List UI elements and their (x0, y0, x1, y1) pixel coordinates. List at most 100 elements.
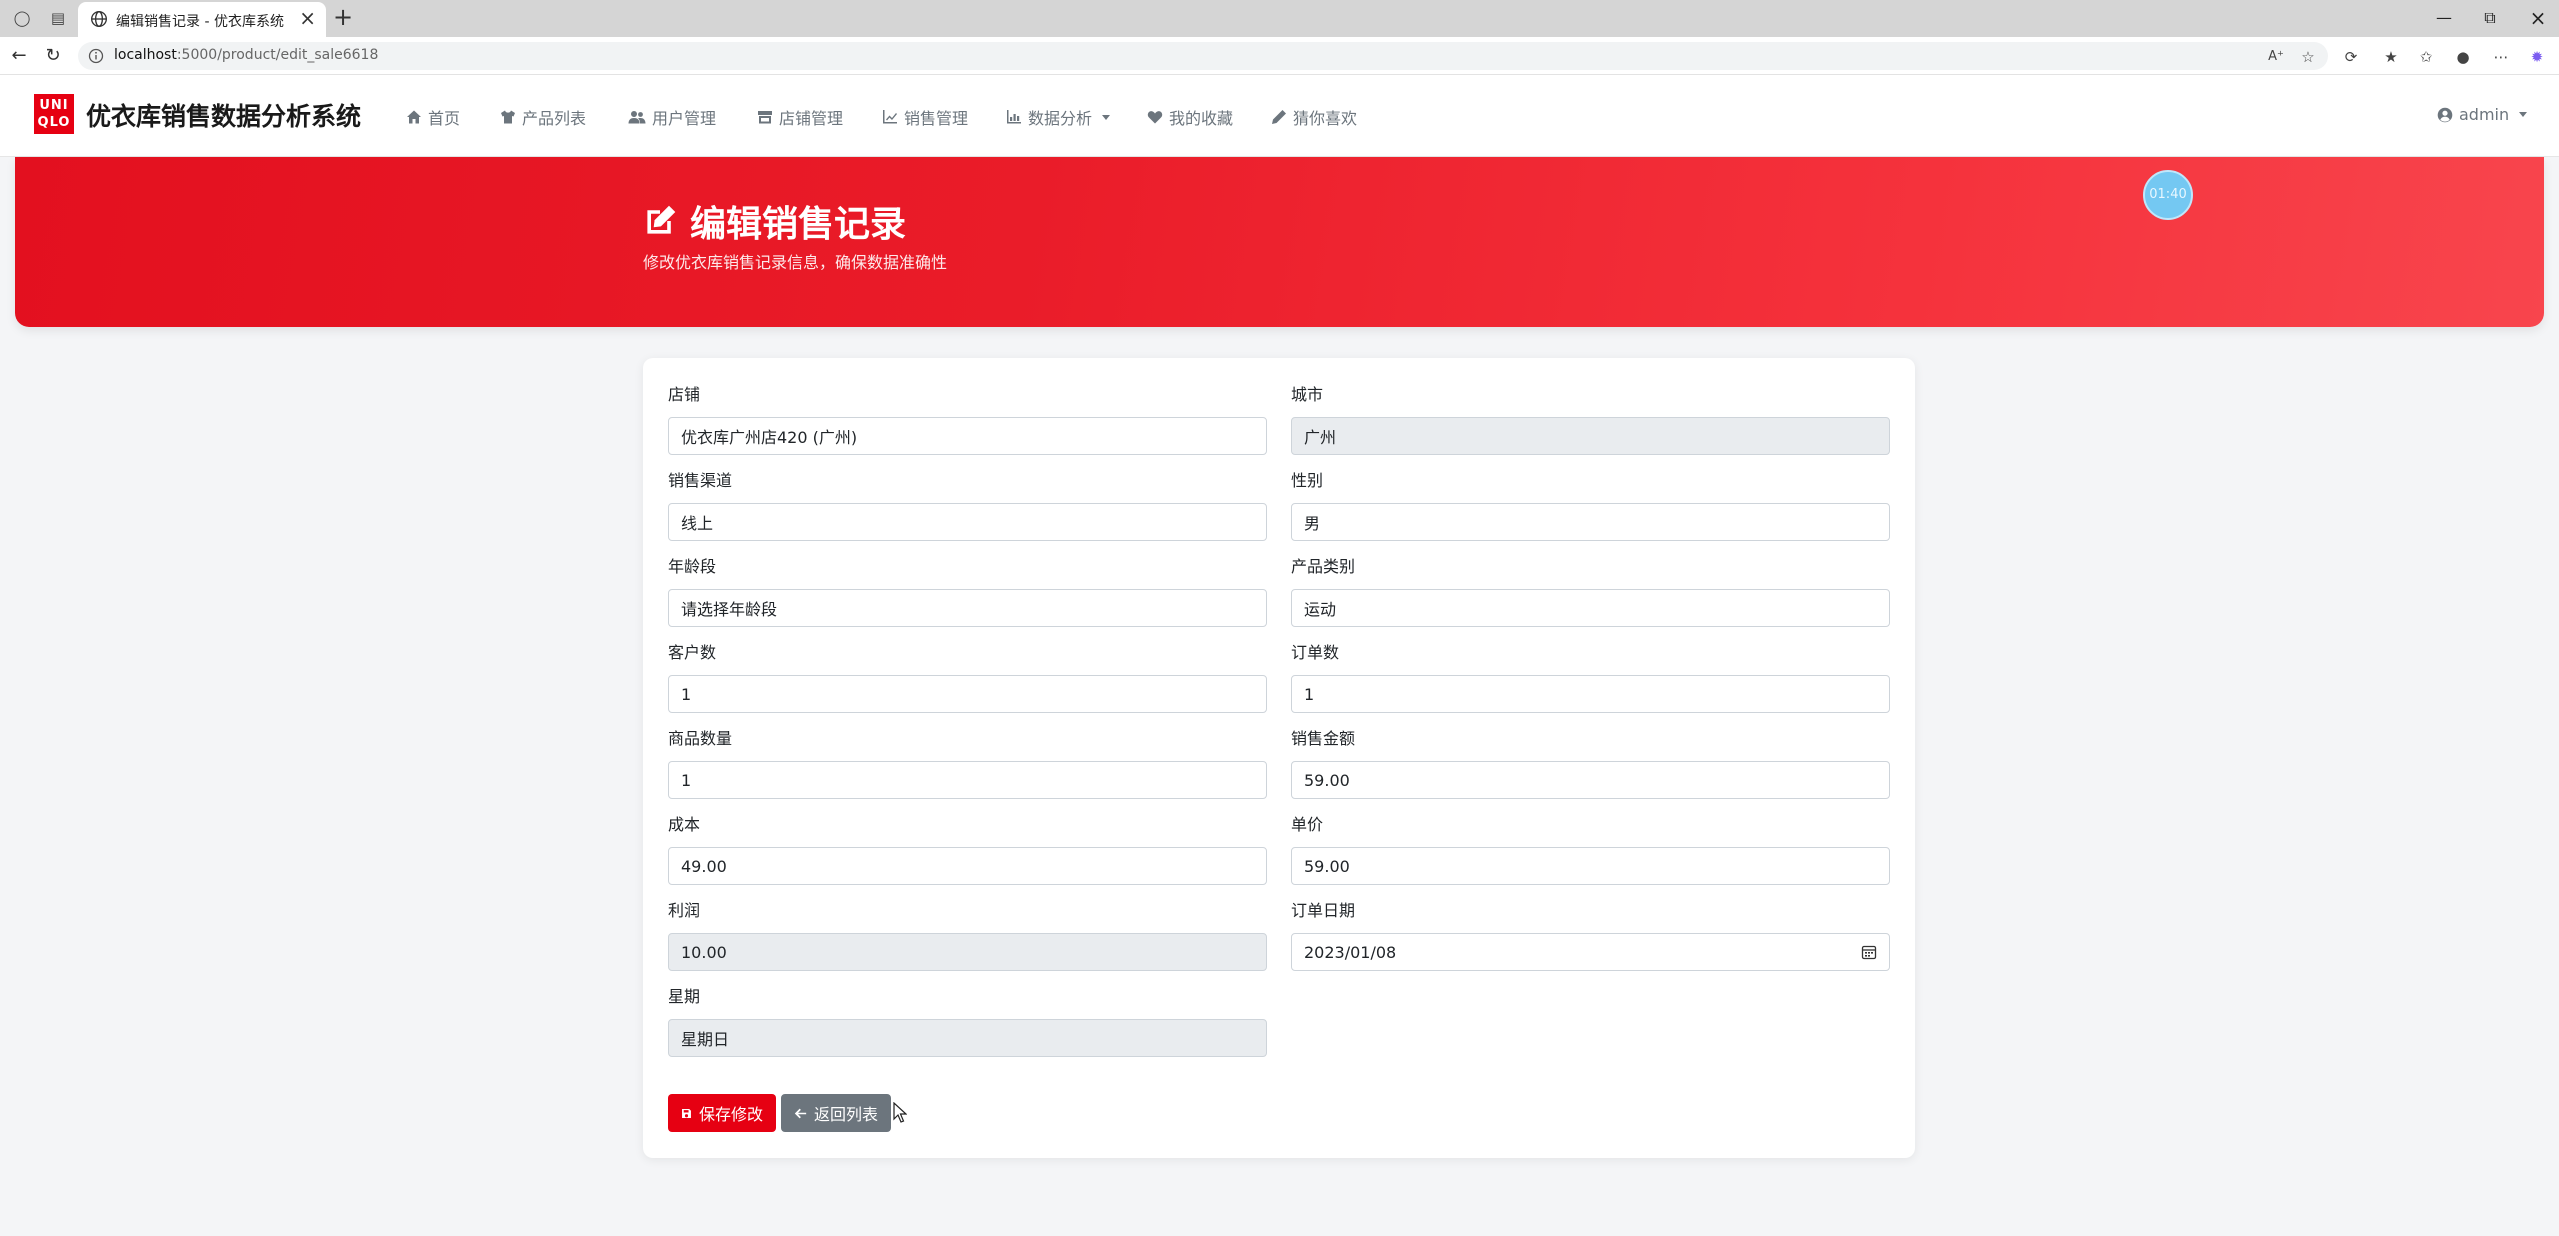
quantity-field: 商品数量 (668, 727, 1267, 799)
browser-address-bar: ← ↻ localhost:5000/product/edit_sale6618… (0, 37, 2559, 75)
order-date-field: 订单日期 (1291, 899, 1890, 971)
nav-recommendations-label: 猜你喜欢 (1293, 109, 1358, 128)
calendar-icon[interactable] (1861, 944, 1877, 960)
logo-line2: QLO (37, 115, 71, 130)
unit-price-field: 单价 (1291, 813, 1890, 885)
store-field: 店铺 (668, 383, 1267, 455)
city-field: 城市 (1291, 383, 1890, 455)
customers-field: 客户数 (668, 641, 1267, 713)
back-to-list-button[interactable]: 返回列表 (781, 1094, 891, 1132)
app-navbar: UNI QLO 优衣库销售数据分析系统 首页 产品列表 用户管理 店铺管理 销售… (0, 75, 2559, 157)
nav-store-management[interactable]: 店铺管理 (757, 105, 843, 129)
category-label: 产品类别 (1291, 557, 1356, 576)
user-menu[interactable]: admin (2437, 105, 2528, 124)
user-name: admin (2459, 105, 2510, 124)
tab-title: 编辑销售记录 - 优衣库系统 (116, 14, 284, 30)
age-group-select[interactable] (668, 589, 1267, 627)
sync-icon[interactable]: ⟳ (2340, 46, 2362, 68)
unit-price-label: 单价 (1291, 815, 1324, 834)
channel-label: 销售渠道 (668, 471, 733, 490)
nav-home-label: 首页 (428, 109, 461, 128)
nav-user-management-label: 用户管理 (652, 109, 717, 128)
category-select[interactable] (1291, 589, 1890, 627)
favorite-star-icon[interactable]: ☆ (2297, 46, 2319, 68)
browser-tab-bar: ◯ ▤ 编辑销售记录 - 优衣库系统 × + — ⧉ × (0, 0, 2559, 37)
nav-my-favorites[interactable]: 我的收藏 (1147, 105, 1233, 129)
unit-price-input[interactable] (1291, 847, 1890, 885)
copilot-icon[interactable]: ✹ (2526, 46, 2548, 68)
more-options-icon[interactable]: ⋯ (2490, 46, 2512, 68)
edit-icon (647, 205, 676, 234)
city-input (1291, 417, 1890, 455)
chevron-down-icon (2519, 112, 2528, 117)
back-arrow-icon[interactable]: ← (8, 45, 30, 67)
weekday-label: 星期 (668, 987, 701, 1006)
tab-close-icon[interactable]: × (299, 7, 316, 29)
user-circle-icon (2437, 107, 2453, 122)
customers-input[interactable] (668, 675, 1267, 713)
info-icon[interactable] (88, 48, 104, 64)
read-aloud-icon[interactable]: A⁺ (2265, 46, 2287, 68)
store-label: 店铺 (668, 385, 701, 404)
refresh-icon[interactable]: ↻ (42, 45, 64, 67)
save-button[interactable]: 保存修改 (668, 1094, 776, 1132)
home-icon (407, 110, 421, 124)
category-field: 产品类别 (1291, 555, 1890, 627)
channel-field: 销售渠道 (668, 469, 1267, 541)
nav-user-management[interactable]: 用户管理 (628, 105, 716, 129)
amount-input[interactable] (1291, 761, 1890, 799)
workspaces-icon[interactable]: ◯ (12, 8, 32, 28)
store-icon (758, 111, 772, 124)
age-group-field: 年龄段 (668, 555, 1267, 627)
mouse-cursor-icon (893, 1102, 907, 1123)
cost-label: 成本 (668, 815, 701, 834)
nav-home[interactable]: 首页 (406, 105, 460, 129)
minimize-icon[interactable]: — (2432, 6, 2456, 30)
page-subtitle: 修改优衣库销售记录信息，确保数据准确性 (643, 253, 948, 272)
uniqlo-logo[interactable]: UNI QLO (34, 94, 74, 134)
gender-field: 性别 (1291, 469, 1890, 541)
amount-label: 销售金额 (1291, 729, 1356, 748)
order-date-input[interactable] (1291, 933, 1890, 971)
weekday-field: 星期 (668, 985, 1267, 1057)
back-to-list-label: 返回列表 (813, 1105, 878, 1124)
timer-badge[interactable]: 01:40 (2143, 170, 2193, 220)
pencil-icon (1272, 110, 1286, 124)
url-bar[interactable]: localhost:5000/product/edit_sale6618 (78, 42, 2328, 70)
profile-cat-icon[interactable]: ● (2452, 46, 2474, 68)
new-tab-button[interactable]: + (330, 4, 356, 30)
users-icon (628, 111, 646, 124)
browser-tab-active[interactable]: 编辑销售记录 - 优衣库系统 × (78, 2, 326, 37)
weekday-input (668, 1019, 1267, 1057)
orders-input[interactable] (1291, 675, 1890, 713)
chart-line-icon (883, 110, 897, 124)
cost-field: 成本 (668, 813, 1267, 885)
nav-sales-management-label: 销售管理 (904, 109, 969, 128)
collections-icon[interactable]: ✩ (2415, 46, 2437, 68)
page-title-text: 编辑销售记录 (690, 204, 907, 245)
orders-label: 订单数 (1291, 643, 1340, 662)
orders-field: 订单数 (1291, 641, 1890, 713)
store-input[interactable] (668, 417, 1267, 455)
gender-label: 性别 (1291, 471, 1324, 490)
gender-select[interactable] (1291, 503, 1890, 541)
restore-icon[interactable]: ⧉ (2478, 6, 2502, 30)
window-close-icon[interactable]: × (2526, 6, 2550, 30)
order-date-wrapper (1291, 933, 1890, 971)
quantity-input[interactable] (668, 761, 1267, 799)
nav-recommendations[interactable]: 猜你喜欢 (1271, 105, 1357, 129)
city-label: 城市 (1291, 385, 1324, 404)
nav-sales-management[interactable]: 销售管理 (882, 105, 968, 129)
channel-select[interactable] (668, 503, 1267, 541)
extension-icon[interactable]: ★ (2380, 46, 2402, 68)
quantity-label: 商品数量 (668, 729, 733, 748)
arrow-left-icon (794, 1108, 807, 1118)
url-text: localhost:5000/product/edit_sale6618 (114, 47, 379, 63)
cost-input[interactable] (668, 847, 1267, 885)
nav-my-favorites-label: 我的收藏 (1169, 109, 1234, 128)
nav-data-analysis[interactable]: 数据分析 (1006, 105, 1111, 129)
page-title: 编辑销售记录 (642, 195, 906, 247)
brand-title[interactable]: 优衣库销售数据分析系统 (86, 97, 361, 133)
nav-product-list[interactable]: 产品列表 (500, 105, 586, 129)
tab-actions-icon[interactable]: ▤ (48, 8, 68, 28)
